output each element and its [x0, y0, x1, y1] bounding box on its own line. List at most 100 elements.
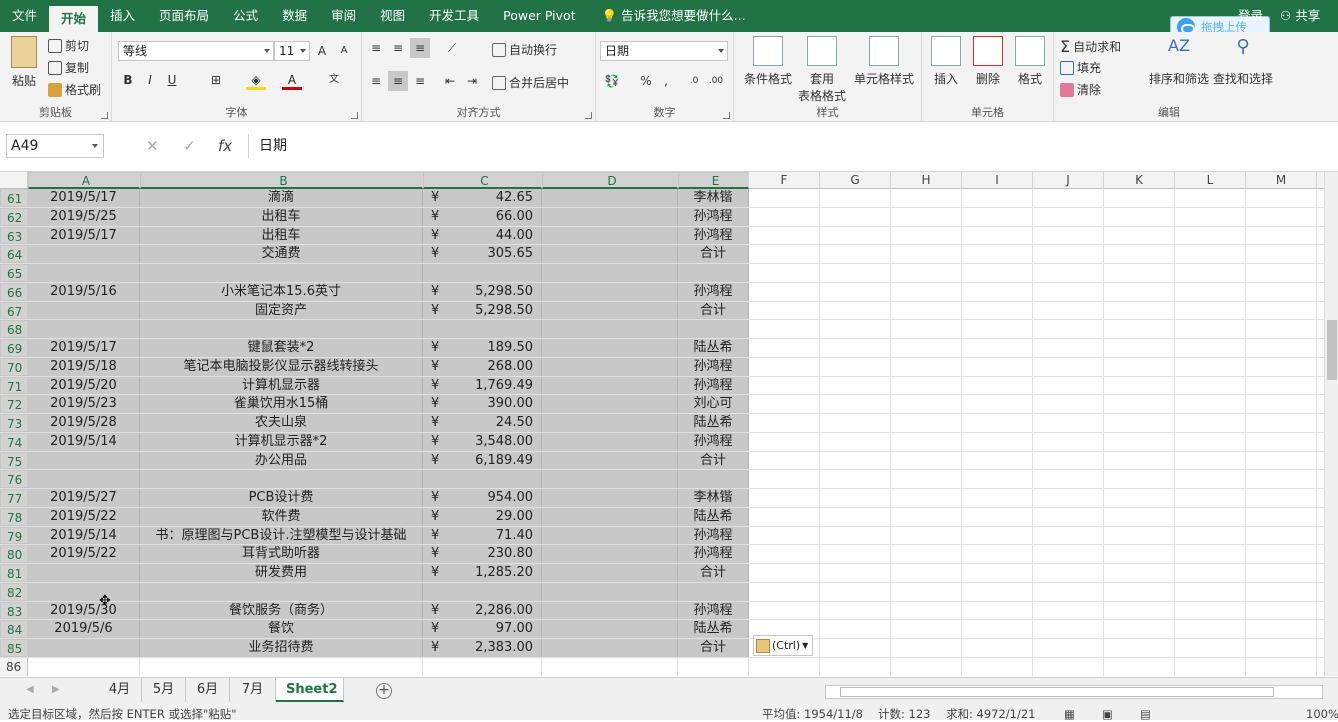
cell-empty[interactable] — [542, 639, 678, 657]
cell-blank[interactable] — [891, 601, 962, 620]
cell-blank[interactable] — [891, 470, 962, 488]
cell-blank[interactable] — [891, 245, 962, 263]
cell-blank[interactable] — [1033, 620, 1104, 638]
cell-blank[interactable] — [1104, 395, 1175, 413]
cell-date[interactable]: 2019/5/22 — [28, 545, 140, 563]
cell-blank[interactable] — [1246, 526, 1317, 545]
cell-person[interactable]: 合计 — [678, 639, 749, 657]
cell-blank[interactable] — [1033, 432, 1104, 451]
row-header[interactable]: 85 — [0, 639, 28, 657]
cell-amount[interactable] — [423, 264, 542, 282]
cell-blank[interactable] — [1033, 582, 1104, 601]
cell-amount[interactable]: ¥2,383.00 — [423, 639, 542, 657]
cell-blank[interactable] — [891, 414, 962, 432]
cell-empty[interactable] — [542, 432, 678, 451]
cell-blank[interactable] — [1104, 564, 1175, 582]
worksheet-grid[interactable]: 61 2019/5/17 滴滴 ¥42.65 李林锴 62 2019/5/25 出租车 ¥66.… — [0, 189, 1338, 676]
cell-blank[interactable] — [1033, 282, 1104, 301]
ribbon-tab-2[interactable]: 插入 — [98, 0, 147, 32]
cell-blank[interactable] — [1246, 282, 1317, 301]
cell-blank[interactable] — [891, 451, 962, 470]
cell-blank[interactable] — [1175, 582, 1246, 601]
cell-blank[interactable] — [962, 189, 1033, 207]
clipboard-launcher-icon[interactable] — [101, 112, 108, 119]
cell-person[interactable]: 孙鸿程 — [678, 601, 749, 620]
cell-styles-button[interactable]: 单元格样式 — [852, 36, 916, 87]
row-header[interactable]: 69 — [0, 339, 28, 357]
cell-blank[interactable] — [1033, 451, 1104, 470]
cell-blank[interactable] — [820, 507, 891, 526]
cell-blank[interactable] — [1104, 582, 1175, 601]
cell-blank[interactable] — [749, 226, 820, 245]
share-button[interactable]: ⚇ 共享 — [1280, 0, 1320, 32]
cell-empty[interactable] — [542, 507, 678, 526]
cell-blank[interactable] — [1104, 357, 1175, 376]
cell-blank[interactable] — [1033, 301, 1104, 320]
cell-amount[interactable]: ¥71.40 — [423, 526, 542, 545]
cell-blank[interactable] — [891, 395, 962, 413]
cell-amount[interactable] — [423, 320, 542, 338]
enter-icon[interactable]: ✓ — [183, 134, 196, 158]
row-header[interactable]: 70 — [0, 357, 28, 376]
cell-empty[interactable] — [542, 264, 678, 282]
row-header[interactable]: 63 — [0, 226, 28, 245]
column-header-E[interactable]: E — [678, 172, 749, 189]
cell-blank[interactable] — [1246, 545, 1317, 563]
cell-person[interactable]: 李林锴 — [678, 189, 749, 207]
cell-blank[interactable] — [1104, 414, 1175, 432]
cell-blank[interactable] — [891, 489, 962, 507]
cell-blank[interactable] — [962, 470, 1033, 488]
cell-blank[interactable] — [820, 414, 891, 432]
column-header-D[interactable]: D — [542, 172, 678, 189]
cell-person[interactable]: 合计 — [678, 451, 749, 470]
cell-blank[interactable] — [1175, 620, 1246, 638]
cell-blank[interactable] — [962, 357, 1033, 376]
cell-blank[interactable] — [820, 320, 891, 338]
cell-blank[interactable] — [820, 601, 891, 620]
format-painter-button[interactable]: 格式刷 — [48, 81, 101, 98]
decrease-decimal-icon[interactable]: .00 — [706, 71, 726, 91]
cell-date[interactable]: 2019/5/18 — [28, 357, 140, 376]
cell-date[interactable]: 2019/5/28 — [28, 414, 140, 432]
cell-blank[interactable] — [1104, 432, 1175, 451]
cell-item[interactable]: 出租车 — [140, 207, 423, 226]
cell-person[interactable]: 陆丛希 — [678, 414, 749, 432]
cell-person[interactable]: 孙鸿程 — [678, 357, 749, 376]
next-sheet-icon[interactable]: ▶ — [52, 684, 60, 695]
cell-blank[interactable] — [1104, 339, 1175, 357]
format-cells-button[interactable]: 格式 — [1012, 36, 1048, 87]
cell-empty[interactable] — [542, 489, 678, 507]
cell-blank[interactable] — [1104, 451, 1175, 470]
cell-blank[interactable] — [1033, 357, 1104, 376]
cell-amount[interactable]: ¥66.00 — [423, 207, 542, 226]
cell-blank[interactable] — [820, 657, 891, 676]
horizontal-scroll-thumb[interactable] — [840, 687, 1274, 697]
merge-center-button[interactable]: 合并后居中 — [492, 74, 569, 91]
cell-blank[interactable] — [962, 395, 1033, 413]
cell-item[interactable]: 滴滴 — [140, 189, 423, 207]
cell-blank[interactable] — [1033, 226, 1104, 245]
cell-person[interactable]: 孙鸿程 — [678, 376, 749, 395]
cell-blank[interactable] — [820, 564, 891, 582]
row-header[interactable]: 66 — [0, 282, 28, 301]
cell-blank[interactable] — [891, 507, 962, 526]
column-header-C[interactable]: C — [423, 172, 542, 189]
cell-blank[interactable] — [962, 376, 1033, 395]
cell-item[interactable]: 计算机显示器*2 — [140, 432, 423, 451]
cell-date[interactable]: 2019/5/14 — [28, 526, 140, 545]
cell-blank[interactable] — [1175, 601, 1246, 620]
select-all-corner[interactable] — [0, 172, 28, 189]
align-middle-icon[interactable]: ≡ — [388, 38, 408, 58]
cell-empty[interactable] — [542, 470, 678, 488]
italic-button[interactable]: I — [140, 70, 160, 90]
align-center-icon[interactable]: ≡ — [388, 71, 408, 91]
cell-empty[interactable] — [542, 339, 678, 357]
cell-item[interactable]: 业务招待费 — [140, 639, 423, 657]
cell-blank[interactable] — [749, 395, 820, 413]
cell-person[interactable] — [678, 320, 749, 338]
cell-blank[interactable] — [962, 282, 1033, 301]
cell-blank[interactable] — [962, 245, 1033, 263]
cell-item[interactable]: 餐饮服务（商务） — [140, 601, 423, 620]
cell-blank[interactable] — [1246, 470, 1317, 488]
cell-blank[interactable] — [749, 582, 820, 601]
